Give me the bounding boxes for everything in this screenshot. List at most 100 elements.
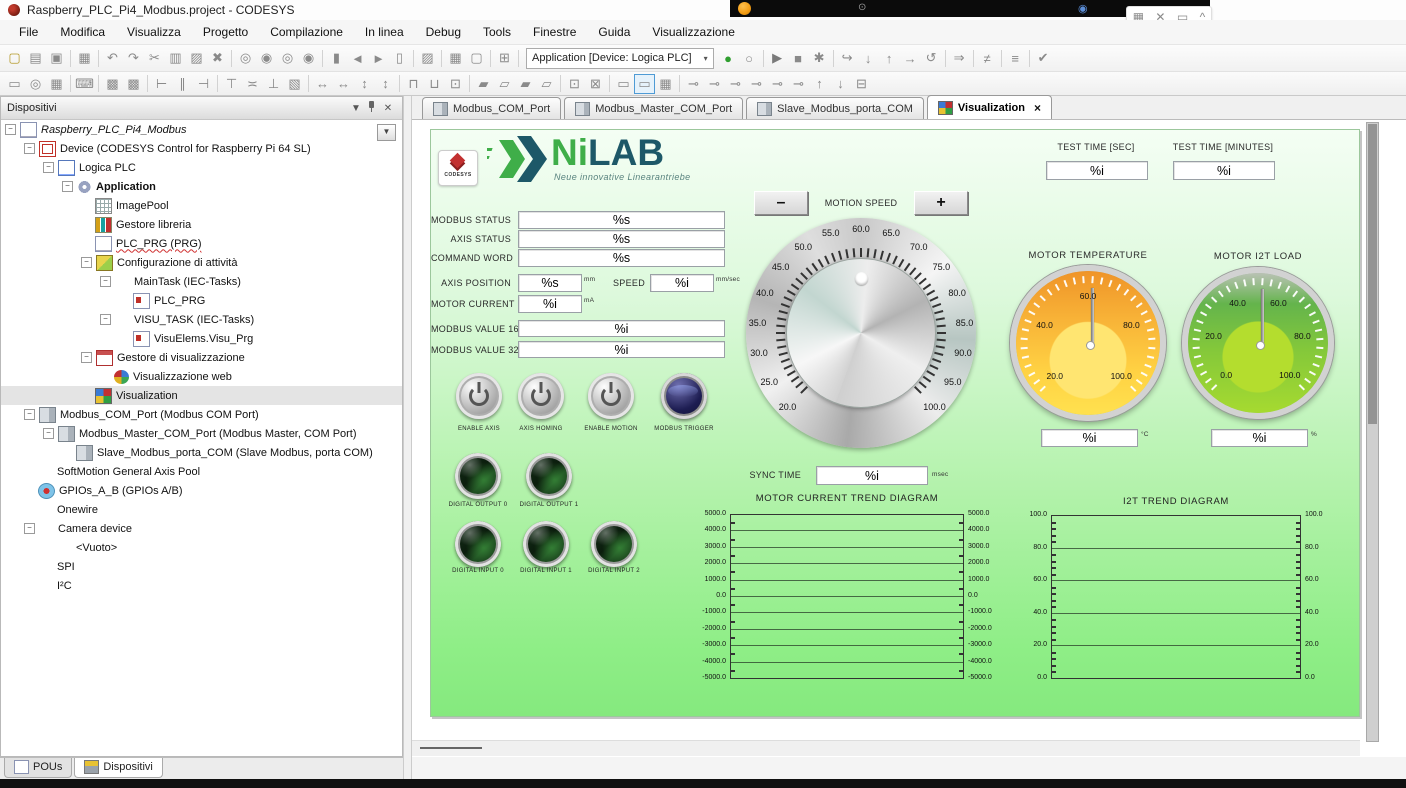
horizontal-scrollbar[interactable] [412, 740, 1360, 756]
tree-expander-icon[interactable]: − [43, 162, 54, 173]
open-project-icon[interactable]: ▤ [25, 48, 46, 68]
tree-item-plc-prg[interactable]: PLC_PRG [1, 291, 402, 310]
enable-axis-button[interactable] [456, 373, 502, 419]
copy-icon[interactable]: ▥ [165, 48, 186, 68]
redo-icon[interactable]: ↷ [123, 48, 144, 68]
step-over-icon[interactable]: ↪ [837, 48, 858, 68]
same-size-icon[interactable]: ↕ [375, 74, 396, 94]
align-top-icon[interactable]: ⊤ [221, 74, 242, 94]
group-icon[interactable]: ⊡ [564, 74, 585, 94]
tree-expander-icon[interactable]: − [100, 314, 111, 325]
find-in-project-icon[interactable]: ◎ [277, 48, 298, 68]
tree-expander-icon[interactable]: − [24, 409, 35, 420]
replace-in-project-icon[interactable]: ◉ [298, 48, 319, 68]
align-center-icon[interactable]: ∥ [172, 74, 193, 94]
dropdown-icon[interactable]: ▼ [348, 103, 364, 114]
menu-progetto[interactable]: Progetto [192, 22, 259, 42]
connector-box-icon[interactable]: ⊸ [725, 74, 746, 94]
watchlist-icon[interactable]: ≡ [1005, 48, 1026, 68]
connector-end-icon[interactable]: ⊸ [683, 74, 704, 94]
tree-expander-icon[interactable]: − [43, 428, 54, 439]
tree-item-softmotion-general-axis-pool[interactable]: SoftMotion General Axis Pool [1, 462, 402, 481]
enable-motion-button[interactable] [588, 373, 634, 419]
anchor-center-icon[interactable]: ⊡ [445, 74, 466, 94]
tree-item-visualizzazione-web[interactable]: Visualizzazione web [1, 367, 402, 386]
build-icon[interactable]: ⊞ [494, 48, 515, 68]
tree-expander-icon[interactable]: − [24, 523, 35, 534]
tree-expander-icon[interactable]: − [81, 257, 92, 268]
zoom-visualization-icon[interactable]: ◎ [25, 74, 46, 94]
paste-special-icon[interactable]: ▨ [417, 48, 438, 68]
tree-item-application[interactable]: −Application [1, 177, 402, 196]
tree-item-device-codesys-control-for-raspberry-pi-64-sl[interactable]: −Device (CODESYS Control for Raspberry P… [1, 139, 402, 158]
menu-finestre[interactable]: Finestre [522, 22, 587, 42]
keyboard-usage-icon[interactable]: ⌨ [74, 74, 95, 94]
tree-item-camera-device[interactable]: −Camera device [1, 519, 402, 538]
element-list-icon[interactable]: ▦ [46, 74, 67, 94]
tree-item-onewire[interactable]: Onewire [1, 500, 402, 519]
editor-tab-modbus-com-port[interactable]: Modbus_COM_Port [422, 97, 561, 119]
tree-item-visu-task-iec-tasks[interactable]: −VISU_TASK (IEC-Tasks) [1, 310, 402, 329]
bookmarks-clear-icon[interactable]: ▯ [389, 48, 410, 68]
visu-dialogs-icon[interactable]: ▩ [102, 74, 123, 94]
tree-item-modbus-master-com-port-modbus-master-com-port[interactable]: −Modbus_Master_COM_Port (Modbus Master, … [1, 424, 402, 443]
align-right-icon[interactable]: ⊣ [193, 74, 214, 94]
vertical-scrollbar[interactable] [1366, 122, 1379, 742]
bring-to-front-icon[interactable]: ▰ [473, 74, 494, 94]
tree-item-gestore-di-visualizzazione[interactable]: −Gestore di visualizzazione [1, 348, 402, 367]
tree-item-plc-prg-prg[interactable]: PLC_PRG (PRG) [1, 234, 402, 253]
tree-item-vuoto[interactable]: <Vuoto> [1, 538, 402, 557]
editor-tab-modbus-master-com-port[interactable]: Modbus_Master_COM_Port [564, 97, 743, 119]
grid-settings-icon[interactable]: ▦ [445, 48, 466, 68]
anchor-height-icon[interactable]: ⊓ [403, 74, 424, 94]
bookmark-previous-icon[interactable]: ◄ [347, 48, 368, 68]
stop-icon[interactable]: ■ [788, 48, 809, 68]
equal-vertical-spacing-icon[interactable]: ↕ [354, 74, 375, 94]
send-to-back-icon[interactable]: ▱ [494, 74, 515, 94]
start-icon[interactable]: ▶ [767, 48, 788, 68]
frame-off-icon[interactable]: ▭ [613, 74, 634, 94]
tree-expander-icon[interactable]: − [5, 124, 16, 135]
tree-expander-icon[interactable]: − [24, 143, 35, 154]
move-down-icon[interactable]: ↓ [830, 74, 851, 94]
tree-item-raspberry-plc-pi4-modbus[interactable]: −Raspberry_PLC_Pi4_Modbus [1, 120, 402, 139]
tree-item-configurazione-di-attivit[interactable]: −Configurazione di attività [1, 253, 402, 272]
project-dropdown-icon[interactable]: ▼ [377, 124, 396, 141]
active-application-selector[interactable]: Application [Device: Logica PLC]▾ [526, 48, 714, 69]
tree-item-gestore-libreria[interactable]: Gestore libreria [1, 215, 402, 234]
move-up-icon[interactable]: ↑ [809, 74, 830, 94]
tree-item-modbus-com-port-modbus-com-port[interactable]: −Modbus_COM_Port (Modbus COM Port) [1, 405, 402, 424]
scrollbar-thumb[interactable] [420, 747, 482, 749]
menu-file[interactable]: File [8, 22, 49, 42]
close-panel-icon[interactable]: ✕ [380, 103, 396, 114]
pin-icon[interactable] [364, 100, 380, 116]
save-project-icon[interactable]: ▣ [46, 48, 67, 68]
speed-increase-button[interactable]: + [914, 191, 968, 215]
tree-item-visuelems-visu-prg[interactable]: VisuElems.Visu_Prg [1, 329, 402, 348]
equal-horizontal-spacing-icon[interactable]: ↔ [333, 74, 354, 94]
replace-icon[interactable]: ◉ [256, 48, 277, 68]
run-to-cursor-icon[interactable]: → [900, 48, 921, 68]
send-backward-icon[interactable]: ▱ [536, 74, 557, 94]
axis-homing-button[interactable] [518, 373, 564, 419]
tree-item-slave-modbus-porta-com-slave-modbus-porta-com[interactable]: Slave_Modbus_porta_COM (Slave Modbus, po… [1, 443, 402, 462]
undo-icon[interactable]: ↶ [102, 48, 123, 68]
menu-visualizza[interactable]: Visualizza [116, 22, 192, 42]
editor-tab-slave-modbus-porta-com[interactable]: Slave_Modbus_porta_COM [746, 97, 924, 119]
connector-box-alt-icon[interactable]: ⊸ [746, 74, 767, 94]
cut-icon[interactable]: ✂ [144, 48, 165, 68]
write-values-icon[interactable]: ≠ [977, 48, 998, 68]
bookmark-toggle-icon[interactable]: ▮ [326, 48, 347, 68]
exit-nested-icon[interactable]: ⊟ [851, 74, 872, 94]
tree-item-spi[interactable]: SPI [1, 557, 402, 576]
tree-expander-icon[interactable]: − [100, 276, 111, 287]
menu-tools[interactable]: Tools [472, 22, 522, 42]
print-icon[interactable]: ▦ [74, 48, 95, 68]
frame-on-icon[interactable]: ▭ [634, 74, 655, 94]
menu-in-linea[interactable]: In linea [354, 22, 415, 42]
connector-multi-icon[interactable]: ⊸ [788, 74, 809, 94]
menu-debug[interactable]: Debug [415, 22, 472, 42]
logout-icon[interactable]: ○ [739, 48, 760, 68]
frame-grid-icon[interactable]: ▦ [655, 74, 676, 94]
tree-item-gpios-a-b-gpios-a-b[interactable]: GPIOs_A_B (GPIOs A/B) [1, 481, 402, 500]
